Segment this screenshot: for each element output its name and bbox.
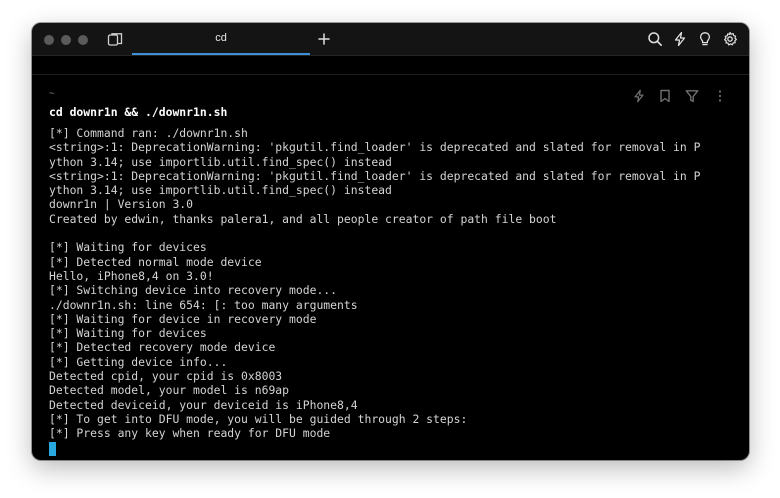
output-line: [*] Waiting for devices: [49, 240, 207, 255]
active-tab-indicator: [132, 53, 310, 55]
output-line: downr1n | Version 3.0: [49, 197, 194, 212]
tab-active[interactable]: cd: [132, 23, 310, 55]
title-bar: cd: [32, 23, 749, 56]
output-line: [*] Detected recovery mode device: [49, 340, 276, 355]
terminal-block[interactable]: ~ cd downr1n && ./downr1n.sh [*] Command…: [49, 89, 739, 456]
tab-bar-separator: [32, 56, 749, 75]
bolt-icon[interactable]: [672, 31, 688, 47]
tab-label: cd: [215, 32, 227, 44]
output-line: [*] Press any key when ready for DFU mod…: [49, 426, 331, 441]
gear-icon[interactable]: [722, 31, 738, 47]
output-line: ./downr1n.sh: line 654: [: too many argu…: [49, 297, 358, 312]
output-line: Detected model, your model is n69ap: [49, 383, 290, 398]
plus-icon[interactable]: [317, 31, 331, 45]
text-cursor: [49, 441, 56, 456]
sidebar-icon[interactable]: [107, 32, 123, 46]
output-line: [*] Getting device info...: [49, 354, 228, 369]
output-line: <string>:1: DeprecationWarning: 'pkgutil…: [49, 140, 701, 155]
output-line: ython 3.14; use importlib.util.find_spec…: [49, 154, 392, 169]
command-line: cd downr1n && ./downr1n.sh: [49, 105, 228, 119]
command-output: [*] Command ran: ./downr1n.sh <string>:1:…: [49, 126, 739, 441]
working-directory: ~: [49, 89, 55, 99]
output-line: [*] Switching device into recovery mode.…: [49, 283, 338, 298]
close-window-button[interactable]: [44, 35, 54, 45]
output-line: Created by edwin, thanks palera1, and al…: [49, 211, 557, 226]
output-line: [*] Waiting for devices: [49, 326, 207, 341]
minimize-window-button[interactable]: [61, 35, 71, 45]
output-line: ython 3.14; use importlib.util.find_spec…: [49, 183, 392, 198]
output-line: [*] To get into DFU mode, you will be gu…: [49, 411, 468, 426]
zoom-window-button[interactable]: [78, 35, 88, 45]
output-line: Detected cpid, your cpid is 0x8003: [49, 369, 283, 384]
terminal-window: cd ~ cd downr1n && ./downr1n.sh [*] Comm…: [32, 23, 749, 460]
output-line: Detected deviceid, your deviceid is iPho…: [49, 397, 358, 412]
lightbulb-icon[interactable]: [697, 31, 713, 47]
output-line: <string>:1: DeprecationWarning: 'pkgutil…: [49, 168, 701, 183]
output-line: Hello, iPhone8,4 on 3.0!: [49, 268, 214, 283]
output-line: [*] Detected normal mode device: [49, 254, 262, 269]
output-line: [*] Command ran: ./downr1n.sh: [49, 126, 248, 140]
search-icon[interactable]: [647, 31, 663, 47]
output-line: [*] Waiting for device in recovery mode: [49, 311, 317, 326]
